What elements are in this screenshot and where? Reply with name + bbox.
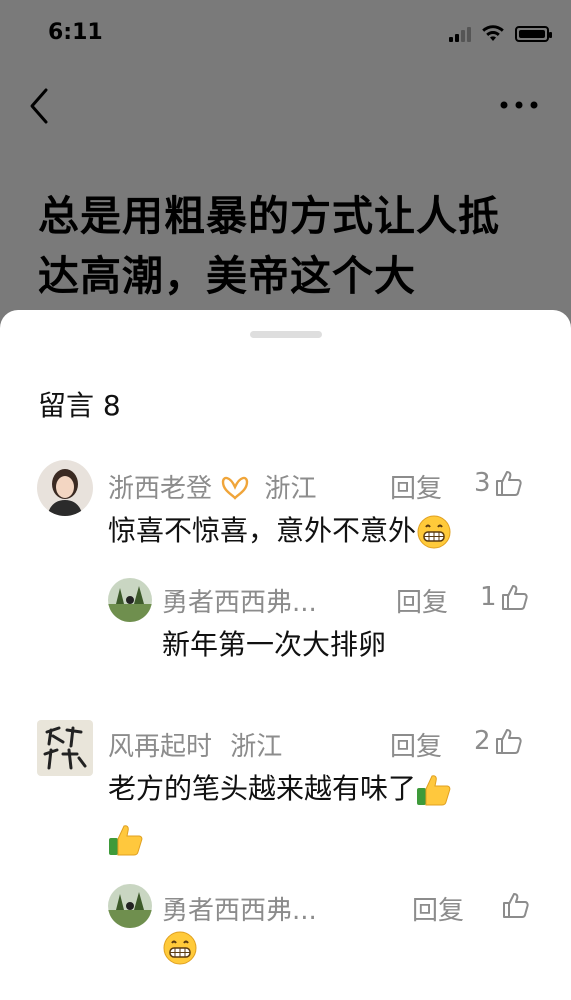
- reply-author[interactable]: 勇者西西弗...: [162, 582, 317, 619]
- comments-heading: 留言 8: [38, 389, 121, 422]
- comment-text-content: 老方的笔头越来越有味了: [108, 772, 417, 805]
- comment-author-line: 浙西老登 浙江: [108, 468, 317, 505]
- like-count: 2: [474, 726, 491, 756]
- comment-location: 浙江: [264, 474, 317, 504]
- status-bar: 6:11: [0, 0, 571, 70]
- thumbs-up-emoji-icon: [417, 775, 451, 806]
- comments-sheet: 留言 8 浙西老登 浙江 回复 3 惊喜不惊喜，意外不意外 勇者西西弗... 回…: [0, 310, 571, 1000]
- back-icon[interactable]: [26, 86, 56, 126]
- wifi-icon: [482, 25, 504, 41]
- reply-author[interactable]: 勇者西西弗...: [162, 890, 317, 927]
- article-title: 总是用粗暴的方式让人抵达高潮，美帝这个大: [38, 192, 500, 300]
- like-count: 1: [480, 582, 497, 612]
- status-icons: [449, 24, 552, 42]
- thumbs-up-emoji-icon: [109, 825, 143, 856]
- comment-text: 老方的笔头越来越有味了: [108, 764, 528, 864]
- battery-icon: [515, 26, 552, 42]
- like-button[interactable]: [500, 890, 530, 920]
- status-time: 6:11: [48, 20, 103, 45]
- thumbs-up-icon: [495, 471, 522, 496]
- sheet-drag-handle[interactable]: [250, 331, 322, 338]
- comment-location: 浙江: [230, 732, 283, 762]
- reply-text: 新年第一次大排卵: [162, 628, 387, 661]
- comment-author[interactable]: 浙西老登: [108, 474, 212, 504]
- avatar[interactable]: [108, 884, 152, 928]
- reply-button[interactable]: 回复: [396, 582, 448, 619]
- comment-text: 惊喜不惊喜，意外不意外: [108, 506, 452, 556]
- reply-button[interactable]: 回复: [390, 726, 442, 763]
- like-count: 3: [474, 468, 491, 498]
- thumbs-up-icon: [501, 585, 528, 610]
- author-badge-icon: [222, 476, 249, 500]
- comment-author-line: 风再起时 浙江: [108, 726, 282, 763]
- more-options-icon[interactable]: [499, 98, 539, 112]
- reply-button[interactable]: 回复: [390, 468, 442, 505]
- like-button[interactable]: 3: [474, 468, 523, 498]
- like-button[interactable]: 1: [480, 582, 529, 612]
- comment-text-content: 惊喜不惊喜，意外不意外: [108, 514, 417, 547]
- thumbs-up-icon: [495, 729, 522, 754]
- comment-author[interactable]: 风再起时: [108, 732, 212, 762]
- avatar[interactable]: [108, 578, 152, 622]
- avatar[interactable]: [37, 460, 93, 516]
- grin-emoji-icon: [417, 515, 451, 549]
- grin-emoji-icon: [163, 931, 197, 965]
- reply-button[interactable]: 回复: [412, 890, 464, 927]
- cellular-signal-icon: [449, 26, 471, 42]
- thumbs-up-icon: [503, 893, 529, 918]
- avatar[interactable]: [37, 720, 93, 776]
- like-button[interactable]: 2: [474, 726, 523, 756]
